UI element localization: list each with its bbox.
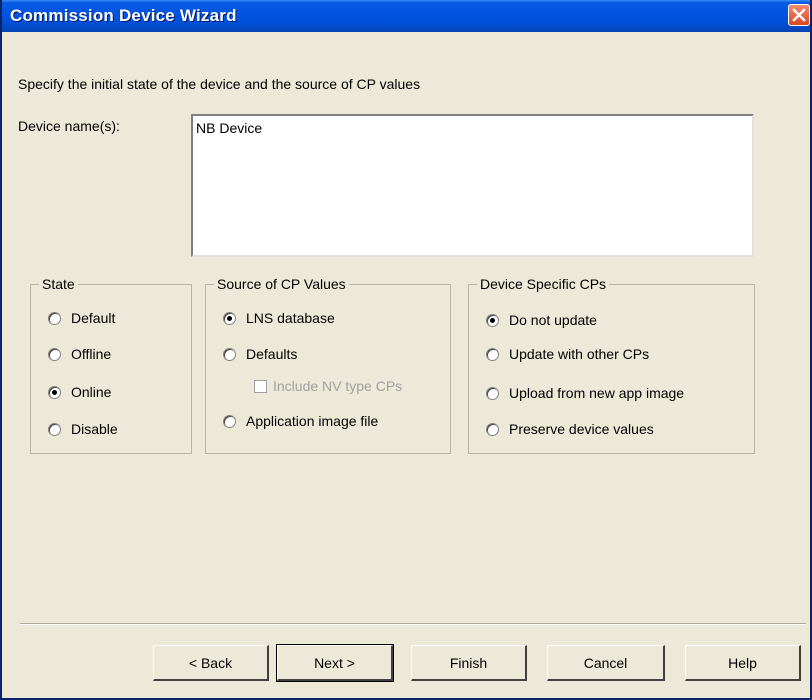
close-button[interactable] bbox=[788, 4, 810, 26]
include-nv-checkbox[interactable]: Include NV type CPs bbox=[254, 378, 402, 394]
source-app-image-radio[interactable]: Application image file bbox=[223, 413, 378, 429]
cancel-button[interactable]: Cancel bbox=[547, 645, 665, 681]
source-cp-group-legend: Source of CP Values bbox=[217, 276, 346, 292]
radio-icon bbox=[48, 347, 61, 361]
wizard-window: Commission Device Wizard Specify the ini… bbox=[0, 0, 812, 700]
radio-icon bbox=[486, 347, 499, 361]
cps-preserve-label: Preserve device values bbox=[509, 421, 654, 437]
state-disable-label: Disable bbox=[71, 421, 118, 437]
include-nv-label: Include NV type CPs bbox=[273, 378, 403, 394]
close-icon bbox=[792, 8, 806, 22]
radio-icon bbox=[486, 386, 499, 400]
cps-no-update-radio[interactable]: Do not update bbox=[486, 312, 597, 328]
cps-update-other-label: Update with other CPs bbox=[509, 346, 650, 362]
state-offline-radio[interactable]: Offline bbox=[48, 346, 111, 362]
window-title: Commission Device Wizard bbox=[10, 6, 237, 25]
cps-no-update-label: Do not update bbox=[509, 312, 597, 328]
radio-icon bbox=[48, 422, 61, 436]
source-lns-label: LNS database bbox=[246, 310, 335, 326]
state-group-legend: State bbox=[42, 276, 75, 292]
state-default-label: Default bbox=[71, 310, 116, 326]
separator bbox=[20, 623, 806, 625]
instruction-text: Specify the initial state of the device … bbox=[18, 76, 421, 92]
radio-icon bbox=[223, 414, 236, 428]
help-button[interactable]: Help bbox=[685, 645, 801, 681]
source-defaults-radio[interactable]: Defaults bbox=[223, 346, 297, 362]
device-cps-group-legend: Device Specific CPs bbox=[480, 276, 607, 292]
cps-preserve-radio[interactable]: Preserve device values bbox=[486, 421, 654, 437]
cps-upload-new-radio[interactable]: Upload from new app image bbox=[486, 385, 684, 401]
state-disable-radio[interactable]: Disable bbox=[48, 421, 118, 437]
source-lns-radio[interactable]: LNS database bbox=[223, 310, 335, 326]
state-default-radio[interactable]: Default bbox=[48, 310, 115, 326]
radio-checked-icon bbox=[223, 311, 236, 325]
radio-checked-icon bbox=[48, 385, 61, 399]
source-defaults-label: Defaults bbox=[246, 346, 298, 362]
radio-icon bbox=[486, 422, 499, 436]
title-bar[interactable]: Commission Device Wizard bbox=[2, 0, 810, 32]
source-app-image-label: Application image file bbox=[246, 413, 379, 429]
device-name-field[interactable]: NB Device bbox=[191, 114, 754, 257]
checkbox-icon bbox=[254, 379, 267, 393]
radio-checked-icon bbox=[486, 313, 499, 327]
next-button[interactable]: Next > bbox=[276, 644, 394, 682]
state-online-radio[interactable]: Online bbox=[48, 384, 111, 400]
radio-icon bbox=[48, 311, 61, 325]
back-button[interactable]: < Back bbox=[153, 645, 269, 681]
radio-icon bbox=[223, 347, 236, 361]
finish-button[interactable]: Finish bbox=[411, 645, 527, 681]
cps-update-other-radio[interactable]: Update with other CPs bbox=[486, 346, 649, 362]
device-name-value: NB Device bbox=[196, 120, 263, 136]
state-online-label: Online bbox=[71, 384, 112, 400]
cps-upload-new-label: Upload from new app image bbox=[509, 385, 685, 401]
state-offline-label: Offline bbox=[71, 346, 112, 362]
device-name-label: Device name(s): bbox=[18, 118, 120, 134]
